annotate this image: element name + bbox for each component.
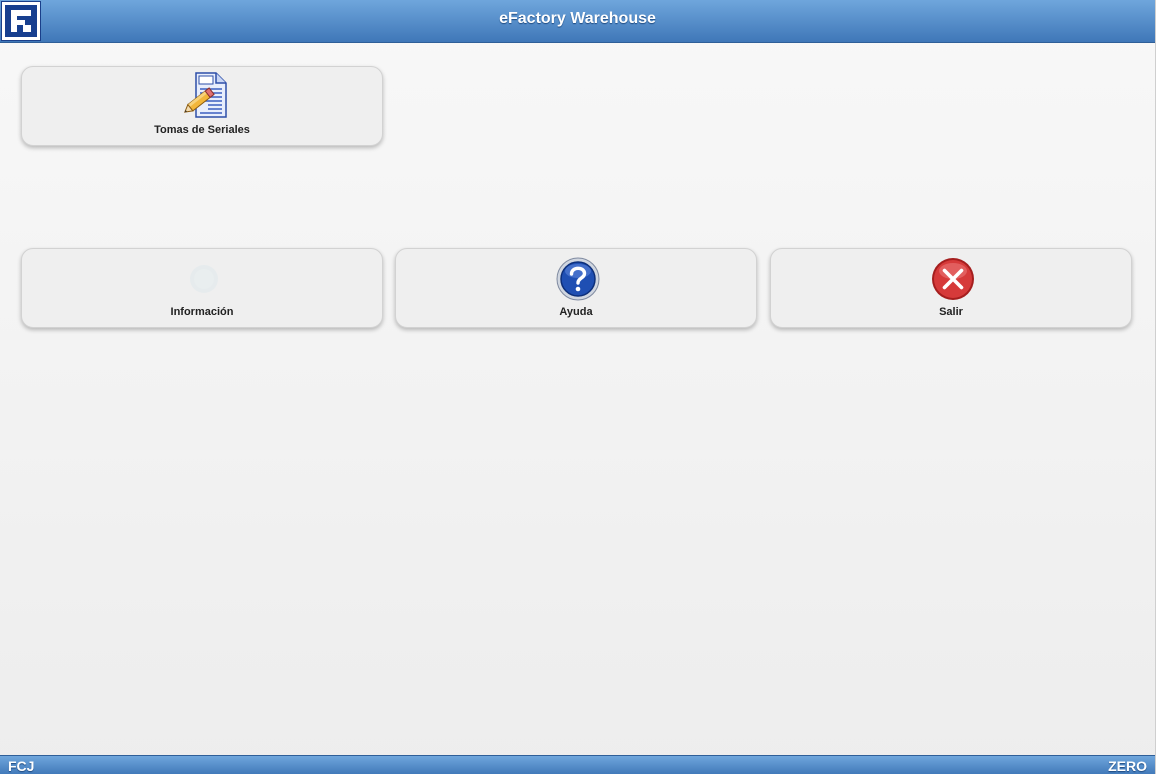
ayuda-button[interactable]: Ayuda	[395, 248, 757, 328]
salir-button[interactable]: Salir	[770, 248, 1132, 328]
tile-label: Salir	[939, 306, 963, 318]
tile-label: Información	[170, 306, 234, 318]
tomas-de-seriales-button[interactable]: Tomas de Seriales	[21, 66, 383, 146]
document-pencil-icon	[182, 71, 227, 119]
header-bar: eFactory Warehouse	[0, 0, 1155, 43]
info-icon	[182, 253, 226, 301]
close-icon	[931, 253, 975, 301]
tile-label: Ayuda	[559, 306, 593, 318]
informacion-button[interactable]: Información	[21, 248, 383, 328]
status-right: ZERO	[1108, 758, 1147, 774]
tile-label: Tomas de Seriales	[154, 124, 250, 136]
app-window: eFactory Warehouse Tomas de Seriales Inf…	[0, 0, 1156, 774]
status-bar: FCJ ZERO	[0, 755, 1155, 774]
help-icon	[556, 253, 600, 301]
status-left: FCJ	[8, 758, 35, 774]
app-title: eFactory Warehouse	[499, 10, 656, 27]
